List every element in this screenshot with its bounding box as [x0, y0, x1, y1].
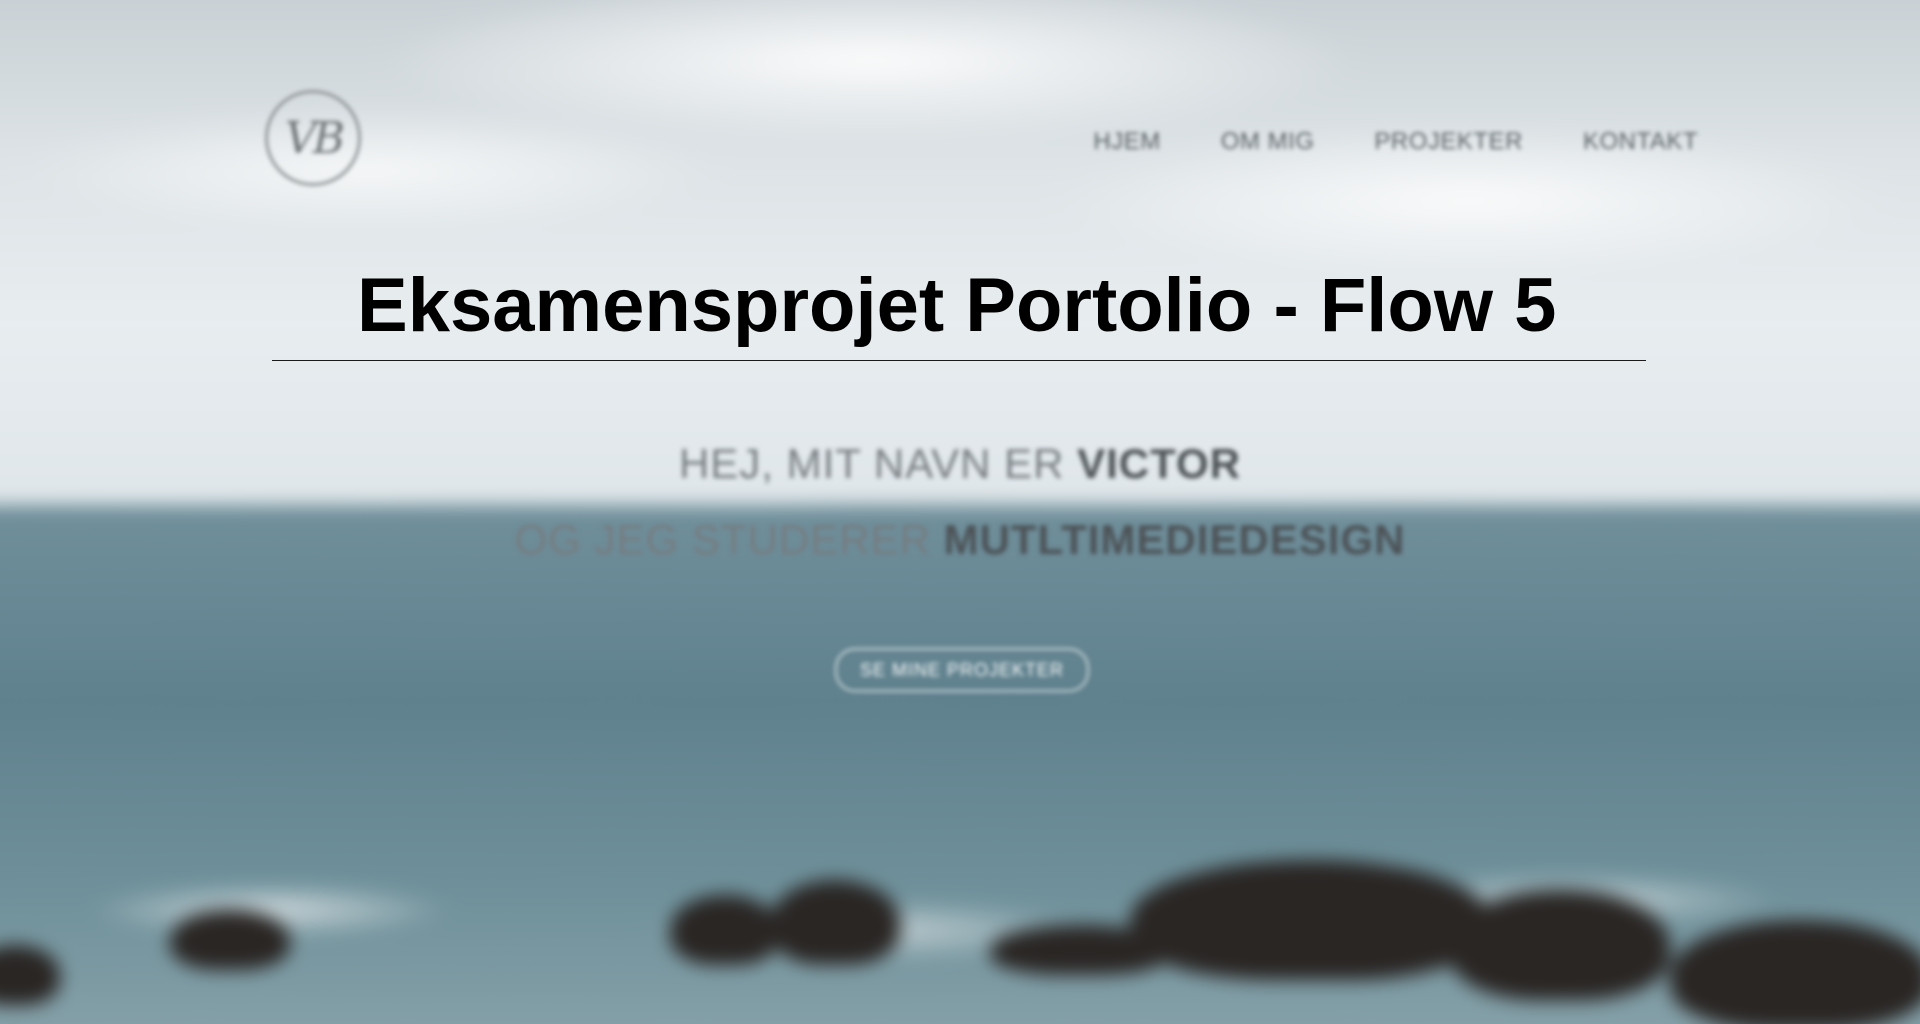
rock	[1670, 920, 1920, 1024]
rock	[0, 945, 60, 1005]
cta-button[interactable]: SE MINE PROJEKTER	[835, 648, 1089, 692]
hero-study-field: MUTLTIMEDIEDESIGN	[943, 516, 1406, 563]
hero-line-2: OG JEG STUDERER MUTLTIMEDIEDESIGN	[0, 516, 1920, 564]
rock	[1450, 890, 1670, 1000]
nav-item-kontakt[interactable]: KONTAKT	[1583, 128, 1698, 156]
cta-label: SE MINE PROJEKTER	[859, 659, 1065, 680]
logo-text: VB	[284, 112, 345, 164]
main-nav: HJEM OM MIG PROJEKTER KONTAKT	[1093, 128, 1698, 156]
hero-line-1: HEJ, MIT NAVN ER VICTOR	[0, 440, 1920, 488]
page: VB HJEM OM MIG PROJEKTER KONTAKT HEJ, MI…	[0, 0, 1920, 1024]
site-header: VB HJEM OM MIG PROJEKTER KONTAKT	[0, 0, 1920, 240]
nav-item-om-mig[interactable]: OM MIG	[1221, 128, 1315, 156]
rock	[1130, 860, 1490, 980]
nav-item-projekter[interactable]: PROJEKTER	[1374, 128, 1523, 156]
nav-item-hjem[interactable]: HJEM	[1093, 128, 1160, 156]
rocks	[0, 860, 1920, 1024]
page-title: Eksamensprojet Portolio - Flow 5	[357, 263, 1557, 348]
site-logo[interactable]: VB	[265, 90, 361, 186]
hero-study-prefix: OG JEG STUDERER	[514, 516, 931, 563]
title-divider	[272, 360, 1646, 361]
rock	[670, 895, 780, 965]
rock	[170, 910, 290, 970]
hero-greeting: HEJ, MIT NAVN ER	[678, 440, 1065, 487]
hero-name: VICTOR	[1077, 440, 1242, 487]
hero-text: HEJ, MIT NAVN ER VICTOR OG JEG STUDERER …	[0, 440, 1920, 564]
rock	[770, 880, 900, 965]
